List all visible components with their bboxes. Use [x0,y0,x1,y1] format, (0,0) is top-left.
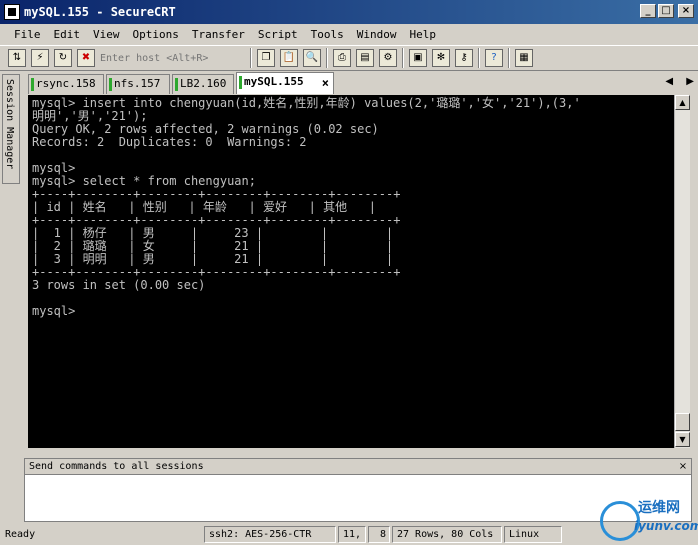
tab-label: mySQL.155 [244,75,304,88]
toolbar-separator [402,48,404,68]
quick-connect-icon[interactable]: ⚡ [31,49,49,67]
menu-view[interactable]: View [93,28,120,41]
find-icon[interactable]: 🔍 [303,49,321,67]
connected-status-icon [109,78,112,91]
session-manager-tab[interactable]: Session Manager [2,74,20,184]
terminal-line: mysql> [32,304,76,318]
send-commands-header: Send commands to all sessions [25,459,691,475]
connected-status-icon [175,78,178,91]
session-options-icon[interactable]: ⚙ [379,49,397,67]
enter-host-input[interactable] [100,52,240,64]
toolbar-separator [250,48,252,68]
tab-close-icon[interactable]: × [322,74,329,92]
watermark-domain: iyunv.com [634,519,698,533]
window-controls: _ □ × [640,4,694,18]
help-icon[interactable]: ? [485,49,503,67]
maximize-button[interactable]: □ [658,4,674,18]
terminal-output[interactable]: mysql> insert into chengyuan(id,姓名,性别,年龄… [28,95,674,448]
title-bar: mySQL.155 - SecureCRT _ □ × [0,0,698,24]
site-watermark: 运维网 iyunv.com [600,497,698,543]
terminal-line: 3 rows in set (0.00 sec) [32,278,206,292]
send-commands-panel: Send commands to all sessions × [24,458,692,522]
window-title: mySQL.155 - SecureCRT [24,5,176,19]
connected-status-icon [239,76,242,89]
close-button[interactable]: × [678,4,694,18]
key-icon[interactable]: ⚷ [455,49,473,67]
status-cipher: ssh2: AES-256-CTR [204,526,336,543]
tab-rsync-158[interactable]: rsync.158 [28,74,104,94]
scroll-up-icon[interactable]: ▲ [675,95,690,110]
toolbar-separator [508,48,510,68]
securecrt-app-icon[interactable] [4,4,20,20]
menu-file[interactable]: File [14,28,41,41]
copy-icon[interactable]: ❐ [257,49,275,67]
scroll-thumb[interactable] [675,413,690,431]
tab-lb2-160[interactable]: LB2.160 [172,74,234,94]
toolbar-separator [478,48,480,68]
menu-script[interactable]: Script [258,28,298,41]
keymap-icon[interactable]: ✻ [432,49,450,67]
status-ready: Ready [5,529,36,540]
status-bar: Ready ssh2: AES-256-CTR 11, 8 27 Rows, 8… [0,524,698,545]
menu-options[interactable]: Options [133,28,179,41]
toolbar: ⇅ ⚡ ↻ ✖ ❐ 📋 🔍 ⎙ ▤ ⚙ ▣ ✻ ⚷ ? ▦ [0,45,698,71]
print-setup-icon[interactable]: ▤ [356,49,374,67]
status-col: 8 [368,526,390,543]
tab-nfs-157[interactable]: nfs.157 [106,74,170,94]
menu-help[interactable]: Help [409,28,436,41]
session-tab-bar: rsync.158 nfs.157 LB2.160 mySQL.155 × ◀ … [24,72,698,94]
terminal-line: Records: 2 Duplicates: 0 Warnings: 2 [32,135,307,149]
menu-edit[interactable]: Edit [54,28,81,41]
scroll-down-icon[interactable]: ▼ [675,432,690,447]
tab-label: rsync.158 [36,77,96,90]
connect-icon[interactable]: ⇅ [8,49,26,67]
session-manager-label: Session Manager [4,79,15,170]
close-icon[interactable]: × [677,461,689,473]
send-commands-input[interactable] [27,477,667,517]
menu-window[interactable]: Window [357,28,397,41]
terminal-scrollbar[interactable]: ▲ ▼ [674,95,690,448]
tab-label: LB2.160 [180,77,227,90]
menu-bar: File Edit View Options Transfer Script T… [0,24,698,44]
status-size: 27 Rows, 80 Cols [392,526,502,543]
minimize-button[interactable]: _ [640,4,656,18]
menu-transfer[interactable]: Transfer [192,28,245,41]
status-row: 11, [338,526,366,543]
tab-label: nfs.157 [114,77,161,90]
session-window-icon[interactable]: ▦ [515,49,533,67]
paste-icon[interactable]: 📋 [280,49,298,67]
toolbar-separator [326,48,328,68]
status-terminal-type: Linux [504,526,562,543]
connected-status-icon [31,78,34,91]
print-icon[interactable]: ⎙ [333,49,351,67]
tab-scroll-arrows: ◀ ▶ [655,76,694,87]
tab-mysql-155[interactable]: mySQL.155 × [236,72,334,94]
tab-scroll-left-icon[interactable]: ◀ [665,76,673,87]
sftp-icon[interactable]: ▣ [409,49,427,67]
tab-scroll-right-icon[interactable]: ▶ [686,76,694,87]
watermark-brand: 运维网 [638,500,680,516]
disconnect-icon[interactable]: ✖ [77,49,95,67]
reconnect-icon[interactable]: ↻ [54,49,72,67]
menu-tools[interactable]: Tools [311,28,344,41]
